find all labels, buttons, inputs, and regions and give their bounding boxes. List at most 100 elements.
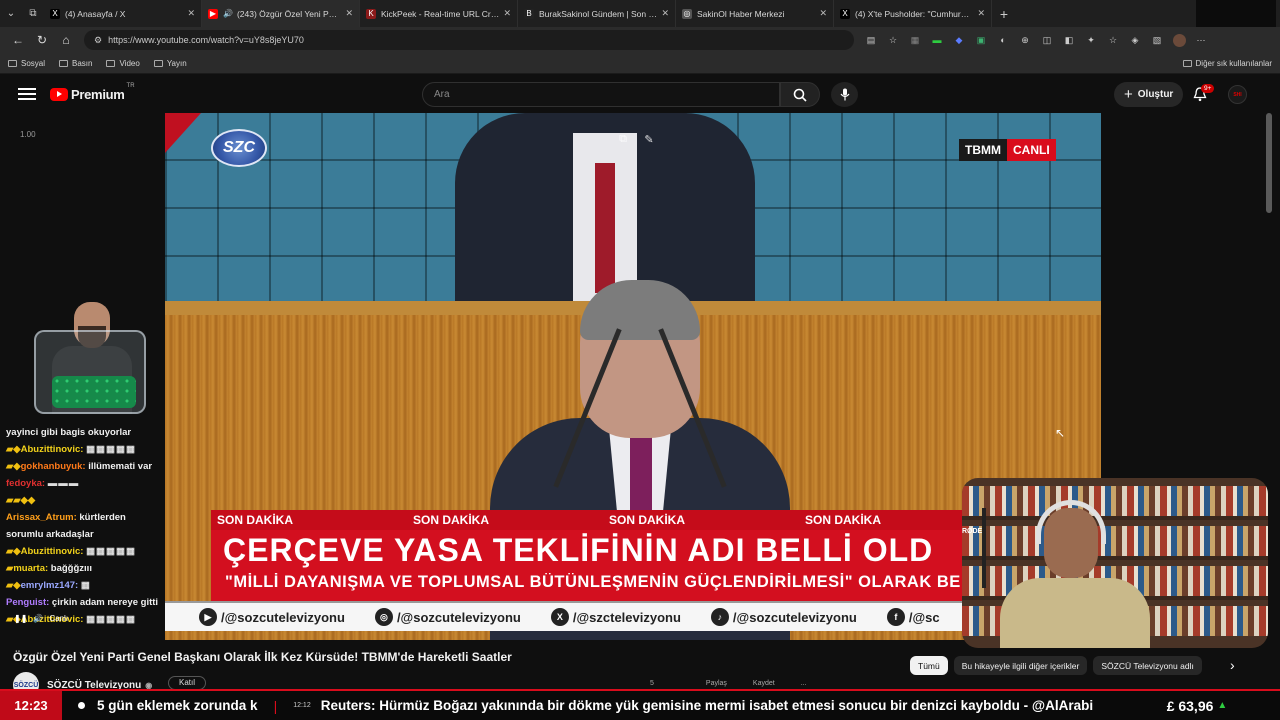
extension-icon[interactable]: ▦ bbox=[904, 31, 926, 49]
tab-favicon-icon: ◎ bbox=[682, 8, 692, 19]
bookmark-folder[interactable]: Sosyal bbox=[8, 59, 45, 68]
reader-icon[interactable]: ▤ bbox=[860, 31, 882, 49]
profile-avatar-icon[interactable] bbox=[1168, 31, 1190, 49]
extensions-puzzle-icon[interactable]: ✦ bbox=[1080, 31, 1102, 49]
chat-message: ▰◆Abuzittinovic: ▦▦▦▦▦ bbox=[0, 543, 170, 560]
filter-chip[interactable]: SÖZCÜ Televizyonu adlı bbox=[1093, 656, 1202, 675]
extension-icon[interactable]: ◐ bbox=[992, 31, 1014, 49]
search-button[interactable] bbox=[780, 82, 820, 107]
chat-username[interactable]: gokhanbuyuk: bbox=[21, 461, 86, 472]
bookmark-folder[interactable]: Video bbox=[106, 59, 140, 68]
chat-username[interactable]: Abuzittinovic: bbox=[21, 444, 84, 455]
browser-tab[interactable]: ◎ SakinOl Haber Merkezi ✕ bbox=[676, 0, 834, 27]
folder-icon bbox=[106, 59, 116, 67]
favorite-star-icon[interactable]: ☆ bbox=[882, 31, 904, 49]
tiktok-icon: ♪ bbox=[710, 608, 729, 626]
chat-text: yayinci gibi bagis okuyorlar bbox=[6, 427, 132, 438]
browser-tab[interactable]: X (4) X'te Pusholder: "Cumhurbaşkanı✕ bbox=[834, 0, 992, 27]
related-chips: Tümü Bu hikayeyle ilgili diğer içerikler S… bbox=[910, 656, 1202, 675]
search-input[interactable]: Ara bbox=[422, 82, 780, 107]
video-action-button[interactable]: 5 bbox=[650, 680, 654, 687]
miniplayer-icon[interactable]: ⧉ bbox=[615, 131, 631, 147]
workspaces-icon[interactable]: ⧉ bbox=[22, 8, 44, 19]
browser-tab[interactable]: K KickPeek - Real-time URL Crawler ✕ bbox=[360, 0, 518, 27]
more-menu-icon[interactable]: ⋯ bbox=[1190, 31, 1212, 49]
chat-username[interactable]: fedoyka: bbox=[6, 478, 45, 489]
social-handle-text: /@szctelevizyonu bbox=[572, 609, 681, 625]
extension-icon[interactable]: ◆ bbox=[948, 31, 970, 49]
menu-icon[interactable] bbox=[18, 88, 36, 100]
chat-badge-icon: ▰◆ bbox=[6, 461, 21, 472]
bookmark-folder[interactable]: Yayın bbox=[153, 59, 187, 68]
collections-icon[interactable]: ◈ bbox=[1124, 31, 1146, 49]
browser-tab[interactable]: ▶ 🔊(243) Özgür Özel Yeni Parti Ge ✕ bbox=[202, 0, 360, 27]
bookmark-folder[interactable]: Basın bbox=[59, 59, 92, 68]
social-handle: ▶/@sozcutelevizyonu bbox=[199, 608, 345, 626]
tab-favicon-icon: X bbox=[840, 8, 850, 19]
back-icon[interactable]: ← bbox=[6, 33, 30, 47]
close-tab-icon[interactable]: ✕ bbox=[819, 8, 827, 19]
close-tab-icon[interactable]: ✕ bbox=[503, 8, 511, 19]
chat-username[interactable]: Arissax_Atrum: bbox=[6, 512, 77, 523]
brand-text: Premium bbox=[71, 86, 125, 102]
notification-badge: 9+ bbox=[1201, 84, 1215, 93]
create-button[interactable]: + Oluştur bbox=[1114, 82, 1184, 107]
filter-chip[interactable]: Tümü bbox=[910, 656, 948, 675]
video-title: Özgür Özel Yeni Parti Genel Başkanı Olar… bbox=[13, 650, 512, 664]
folder-icon bbox=[1182, 59, 1192, 67]
tab-list-icon[interactable]: ⌄ bbox=[0, 8, 22, 19]
close-tab-icon[interactable]: ✕ bbox=[187, 8, 195, 19]
filter-chip[interactable]: Bu hikayeyle ilgili diğer içerikler bbox=[953, 656, 1088, 675]
chat-message: ▰◆gokhanbuyuk: illümemati var bbox=[0, 458, 170, 475]
bookmark-label: Basın bbox=[72, 58, 93, 68]
url-text: https://www.youtube.com/watch?v=uY8s8jeY… bbox=[108, 35, 304, 45]
join-button[interactable]: Katıl bbox=[168, 676, 206, 690]
chevron-right-icon[interactable]: › bbox=[1230, 657, 1235, 673]
home-icon[interactable]: ⌂ bbox=[54, 33, 78, 47]
close-tab-icon[interactable]: ✕ bbox=[345, 8, 353, 19]
video-overlay-controls: ⧉ ✎ bbox=[615, 131, 657, 147]
new-tab-button[interactable]: + bbox=[992, 6, 1016, 22]
chat-username[interactable]: Abuzittinovic: bbox=[21, 546, 84, 557]
stream-chat: yayinci gibi bagis okuyorlar ▰◆Abuzittino… bbox=[0, 424, 170, 628]
browser-tab[interactable]: B BurakSakinol Gündem | Son 3 Gün ✕ bbox=[518, 0, 676, 27]
chat-username[interactable]: emrylmz147: bbox=[21, 580, 79, 591]
browser-tab[interactable]: X (4) Anasayfa / X ✕ bbox=[44, 0, 202, 27]
extension-icon[interactable]: ▣ bbox=[970, 31, 992, 49]
extension-icon[interactable]: ▧ bbox=[1146, 31, 1168, 49]
video-action-button[interactable]: Paylaş bbox=[706, 680, 727, 687]
other-bookmarks-label: Diğer sık kullanılanlar bbox=[1195, 58, 1272, 68]
page-scrollbar[interactable] bbox=[1266, 113, 1272, 213]
url-field[interactable]: ⚙ https://www.youtube.com/watch?v=uY8s8j… bbox=[84, 30, 854, 50]
voice-search-button[interactable] bbox=[831, 82, 858, 107]
close-tab-icon[interactable]: ✕ bbox=[977, 8, 985, 19]
address-toolbar: ← ↻ ⌂ ⚙ https://www.youtube.com/watch?v=… bbox=[0, 27, 1280, 53]
split-screen-icon[interactable]: ◫ bbox=[1036, 31, 1058, 49]
tab-title: (243) Özgür Özel Yeni Parti Ge bbox=[236, 8, 341, 19]
extension-icon[interactable]: ◧ bbox=[1058, 31, 1080, 49]
chat-username[interactable]: muarta: bbox=[13, 563, 48, 574]
pause-icon[interactable]: ❚❚ bbox=[14, 614, 27, 623]
favorites-icon[interactable]: ☆ bbox=[1102, 31, 1124, 49]
social-handle-text: /@sozcutelevizyonu bbox=[221, 609, 345, 625]
chat-text: bağğğzııı bbox=[50, 563, 92, 574]
tab-title: KickPeek - Real-time URL Crawler bbox=[381, 8, 500, 19]
extension-icon[interactable]: ▬ bbox=[926, 31, 948, 49]
video-action-button[interactable]: ... bbox=[801, 680, 807, 687]
other-bookmarks[interactable]: Diğer sık kullanılanlar bbox=[1182, 58, 1272, 68]
mic-brand-label: RØDE bbox=[962, 528, 983, 535]
notes-icon[interactable]: ✎ bbox=[641, 131, 657, 147]
speaker-icon[interactable]: 🔊 bbox=[223, 9, 233, 18]
youtube-icon: ▶ bbox=[199, 608, 217, 626]
account-avatar[interactable]: SHI bbox=[1228, 85, 1247, 104]
extension-icon[interactable]: ⊕ bbox=[1014, 31, 1036, 49]
chat-username[interactable]: Penguist: bbox=[6, 597, 49, 608]
reload-icon[interactable]: ↻ bbox=[30, 33, 54, 47]
close-tab-icon[interactable]: ✕ bbox=[661, 8, 669, 19]
site-info-icon[interactable]: ⚙ bbox=[94, 35, 102, 46]
volume-icon[interactable]: 🔊 bbox=[33, 614, 43, 623]
youtube-logo[interactable]: Premium TR bbox=[50, 83, 135, 102]
video-action-button[interactable]: Kaydet bbox=[753, 680, 775, 687]
trend-up-icon: ▲ bbox=[1217, 700, 1228, 711]
video-player[interactable]: SZC ⧉ ✎ TBMM CANLI SON DAKİKA SON DAKİKA S… bbox=[165, 113, 1101, 640]
